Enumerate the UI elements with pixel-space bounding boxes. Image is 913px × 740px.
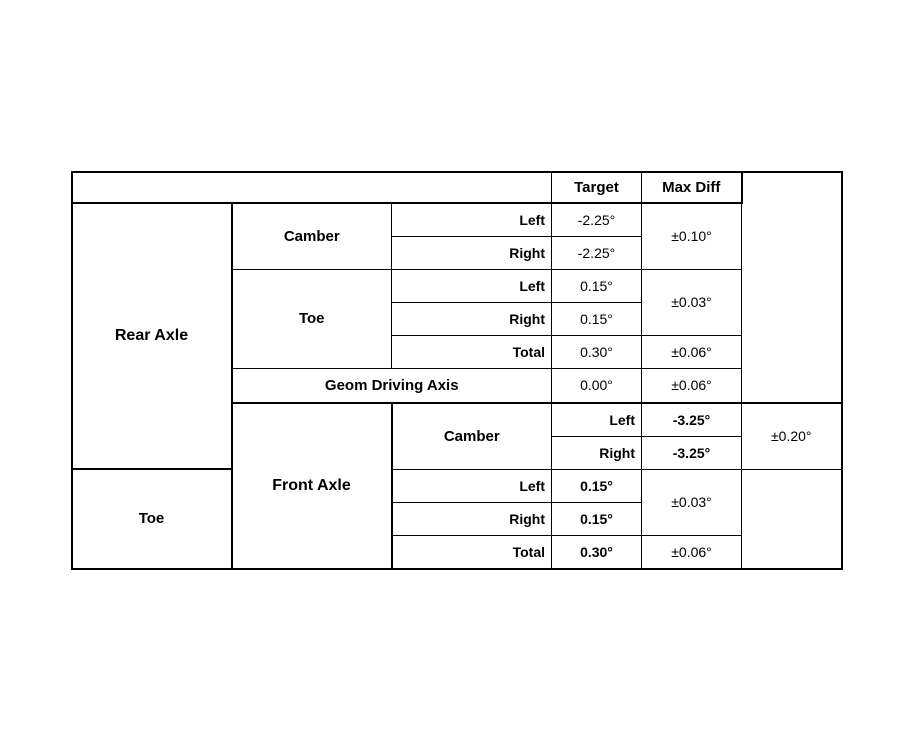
rear-camber-left-side: Left [392, 203, 552, 237]
front-toe-total-target: 0.30° [552, 535, 642, 569]
rear-camber-left-row: Rear Axle Camber Left -2.25° ±0.10° [72, 203, 842, 237]
alignment-table: Target Max Diff Rear Axle Camber Left -2… [71, 171, 843, 570]
rear-axle-label: Rear Axle [72, 203, 232, 470]
front-camber-left-side: Left [552, 403, 642, 437]
header-empty-1 [72, 172, 232, 203]
front-camber-maxdiff: ±0.20° [742, 403, 842, 470]
rear-toe-right-side: Right [392, 302, 552, 335]
rear-geom-label: Geom Driving Axis [232, 368, 552, 403]
front-camber-left-target: -3.25° [642, 403, 742, 437]
rear-camber-left-target: -2.25° [552, 203, 642, 237]
front-toe-lr-maxdiff: ±0.03° [642, 469, 742, 535]
table-container: Target Max Diff Rear Axle Camber Left -2… [51, 151, 863, 590]
front-camber-right-side: Right [552, 436, 642, 469]
header-empty-2 [232, 172, 392, 203]
rear-toe-label: Toe [232, 269, 392, 368]
rear-toe-total-target: 0.30° [552, 335, 642, 368]
front-toe-right-side: Right [392, 502, 552, 535]
front-toe-right-target: 0.15° [552, 502, 642, 535]
front-toe-left-side: Left [392, 469, 552, 502]
rear-toe-right-target: 0.15° [552, 302, 642, 335]
front-camber-right-target: -3.25° [642, 436, 742, 469]
rear-toe-lr-maxdiff: ±0.03° [642, 269, 742, 335]
front-camber-label: Camber [392, 403, 552, 470]
rear-toe-total-maxdiff: ±0.06° [642, 335, 742, 368]
front-toe-left-target: 0.15° [552, 469, 642, 502]
front-toe-total-side: Total [392, 535, 552, 569]
header-empty-3 [392, 172, 552, 203]
rear-toe-total-side: Total [392, 335, 552, 368]
rear-toe-left-side: Left [392, 269, 552, 302]
front-toe-total-maxdiff: ±0.06° [642, 535, 742, 569]
rear-toe-left-target: 0.15° [552, 269, 642, 302]
header-target: Target [552, 172, 642, 203]
rear-camber-right-side: Right [392, 236, 552, 269]
header-maxdiff: Max Diff [642, 172, 742, 203]
rear-geom-target: 0.00° [552, 368, 642, 403]
front-axle-label: Front Axle [232, 403, 392, 569]
header-row: Target Max Diff [72, 172, 842, 203]
front-toe-label: Toe [72, 469, 232, 569]
rear-camber-label: Camber [232, 203, 392, 270]
rear-geom-maxdiff: ±0.06° [642, 368, 742, 403]
rear-camber-maxdiff: ±0.10° [642, 203, 742, 270]
front-toe-left-row: Toe Left 0.15° ±0.03° [72, 469, 842, 502]
rear-camber-right-target: -2.25° [552, 236, 642, 269]
